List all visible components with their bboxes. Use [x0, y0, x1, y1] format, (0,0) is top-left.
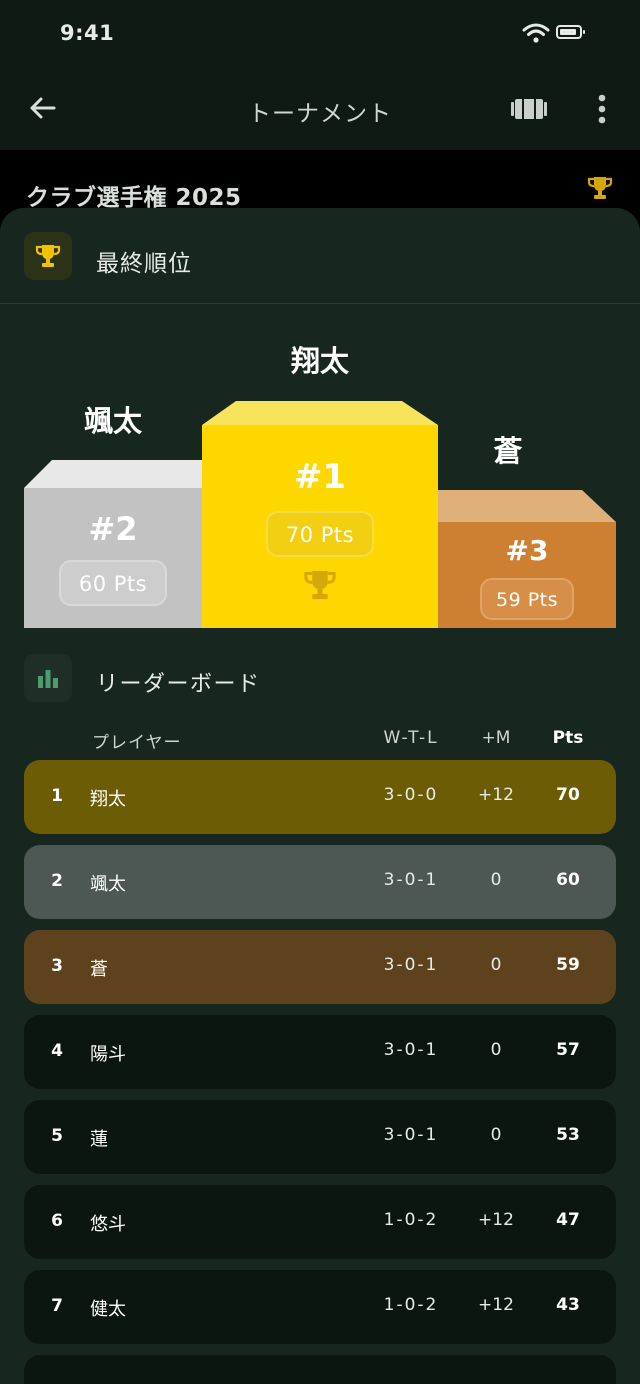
row-wtl: 1-0-2	[383, 1210, 439, 1230]
column-wtl: W-T-L	[383, 728, 439, 748]
row-margin: +12	[478, 1210, 514, 1230]
row-margin: +12	[478, 1295, 514, 1315]
podium-first-points: 70 Pts	[266, 511, 374, 557]
bar-chart-icon	[38, 670, 58, 688]
leaderboard-title: リーダーボード	[96, 672, 261, 697]
row-margin: 0	[490, 955, 502, 975]
row-margin: +12	[478, 785, 514, 805]
podium-second-points: 60 Pts	[59, 560, 167, 606]
row-rank: 5	[51, 1126, 63, 1146]
row-pts: 57	[556, 1040, 580, 1060]
row-rank: 1	[51, 786, 63, 806]
row-wtl: 1-0-2	[383, 1295, 439, 1315]
leaderboard-row[interactable]: 6 悠斗 1-0-2 +12 47	[24, 1185, 616, 1259]
row-player-name: 颯太	[90, 874, 126, 895]
podium-third-name: 蒼	[493, 434, 523, 468]
podium-third-top	[438, 490, 616, 522]
podium-third-rank: #3	[505, 534, 549, 567]
row-margin: 0	[490, 1125, 502, 1145]
screen: 9:41 トーナメント クラブ選手権 2025 最終順位 颯太 #2 60 Pt…	[0, 0, 640, 1384]
bar-chart-icon-box	[24, 654, 72, 702]
row-player-name: 蓮	[90, 1129, 108, 1150]
row-player-name: 健太	[90, 1299, 126, 1320]
row-player-name: 翔太	[90, 789, 126, 810]
podium-third-block: #3 59 Pts	[438, 522, 616, 628]
final-standings-title: 最終順位	[96, 251, 192, 277]
row-rank: 6	[51, 1211, 63, 1231]
podium-second-name: 颯太	[83, 404, 142, 438]
podium-first-top	[202, 401, 438, 425]
row-rank: 4	[51, 1041, 63, 1061]
final-standings-header: 最終順位	[0, 208, 640, 304]
row-pts: 70	[556, 785, 580, 805]
leaderboard-row[interactable]: 1 翔太 3-0-0 +12 70	[24, 760, 616, 834]
trophy-icon	[35, 245, 61, 267]
row-player-name: 陽斗	[90, 1044, 126, 1065]
row-pts: 47	[556, 1210, 580, 1230]
row-margin: 0	[490, 1040, 502, 1060]
podium-third-points: 59 Pts	[480, 578, 574, 620]
battery-icon	[556, 25, 585, 39]
leaderboard-row[interactable]: 7 健太 1-0-2 +12 43	[24, 1270, 616, 1344]
status-bar: 9:41	[0, 0, 640, 70]
row-pts: 43	[556, 1295, 580, 1315]
leaderboard-row[interactable]: 5 蓮 3-0-1 0 53	[24, 1100, 616, 1174]
podium-second-rank: #2	[88, 510, 138, 548]
row-player-name: 悠斗	[90, 1214, 126, 1235]
column-pts: Pts	[552, 728, 584, 748]
tournament-name: クラブ選手権 2025	[26, 185, 242, 211]
wifi-icon	[522, 23, 550, 43]
leaderboard-header: リーダーボード	[0, 648, 640, 708]
row-margin: 0	[490, 870, 502, 890]
row-rank: 7	[51, 1296, 63, 1316]
row-pts: 59	[556, 955, 580, 975]
podium-second-top	[24, 460, 202, 488]
row-wtl: 3-0-1	[383, 1125, 439, 1145]
row-pts: 60	[556, 870, 580, 890]
column-margin: +M	[481, 728, 511, 748]
more-vertical-icon[interactable]	[588, 92, 616, 126]
trophy-icon	[587, 177, 613, 199]
leaderboard-row[interactable]: 4 陽斗 3-0-1 0 57	[24, 1015, 616, 1089]
leaderboard-row[interactable]: 3 蒼 3-0-1 0 59	[24, 930, 616, 1004]
podium-first-block: #1 70 Pts	[202, 425, 438, 628]
trophy-icon	[304, 570, 336, 600]
row-wtl: 3-0-0	[383, 785, 439, 805]
leaderboard-row[interactable]: 2 颯太 3-0-1 0 60	[24, 845, 616, 919]
podium-first-rank: #1	[293, 457, 347, 497]
row-player-name: 蒼	[90, 959, 108, 980]
leaderboard-row-partial[interactable]	[24, 1355, 616, 1384]
tv-icon[interactable]	[510, 92, 548, 126]
podium-first-name: 翔太	[290, 344, 349, 378]
row-wtl: 3-0-1	[383, 955, 439, 975]
row-wtl: 3-0-1	[383, 870, 439, 890]
standings-card: 最終順位 颯太 #2 60 Pts 翔太 #1 70 Pts 蒼 #3 59 P…	[0, 208, 640, 1384]
column-player: プレイヤー	[92, 733, 182, 753]
trophy-icon-box	[24, 232, 72, 280]
app-bar: トーナメント	[0, 70, 640, 150]
row-wtl: 3-0-1	[383, 1040, 439, 1060]
row-rank: 2	[51, 871, 63, 891]
podium-second-block: #2 60 Pts	[24, 488, 202, 628]
row-pts: 53	[556, 1125, 580, 1145]
row-rank: 3	[51, 956, 63, 976]
podium: 颯太 #2 60 Pts 翔太 #1 70 Pts 蒼 #3 59 Pts	[0, 304, 640, 644]
status-time: 9:41	[60, 21, 115, 45]
leaderboard-columns: プレイヤー W-T-L +M Pts	[0, 726, 640, 756]
